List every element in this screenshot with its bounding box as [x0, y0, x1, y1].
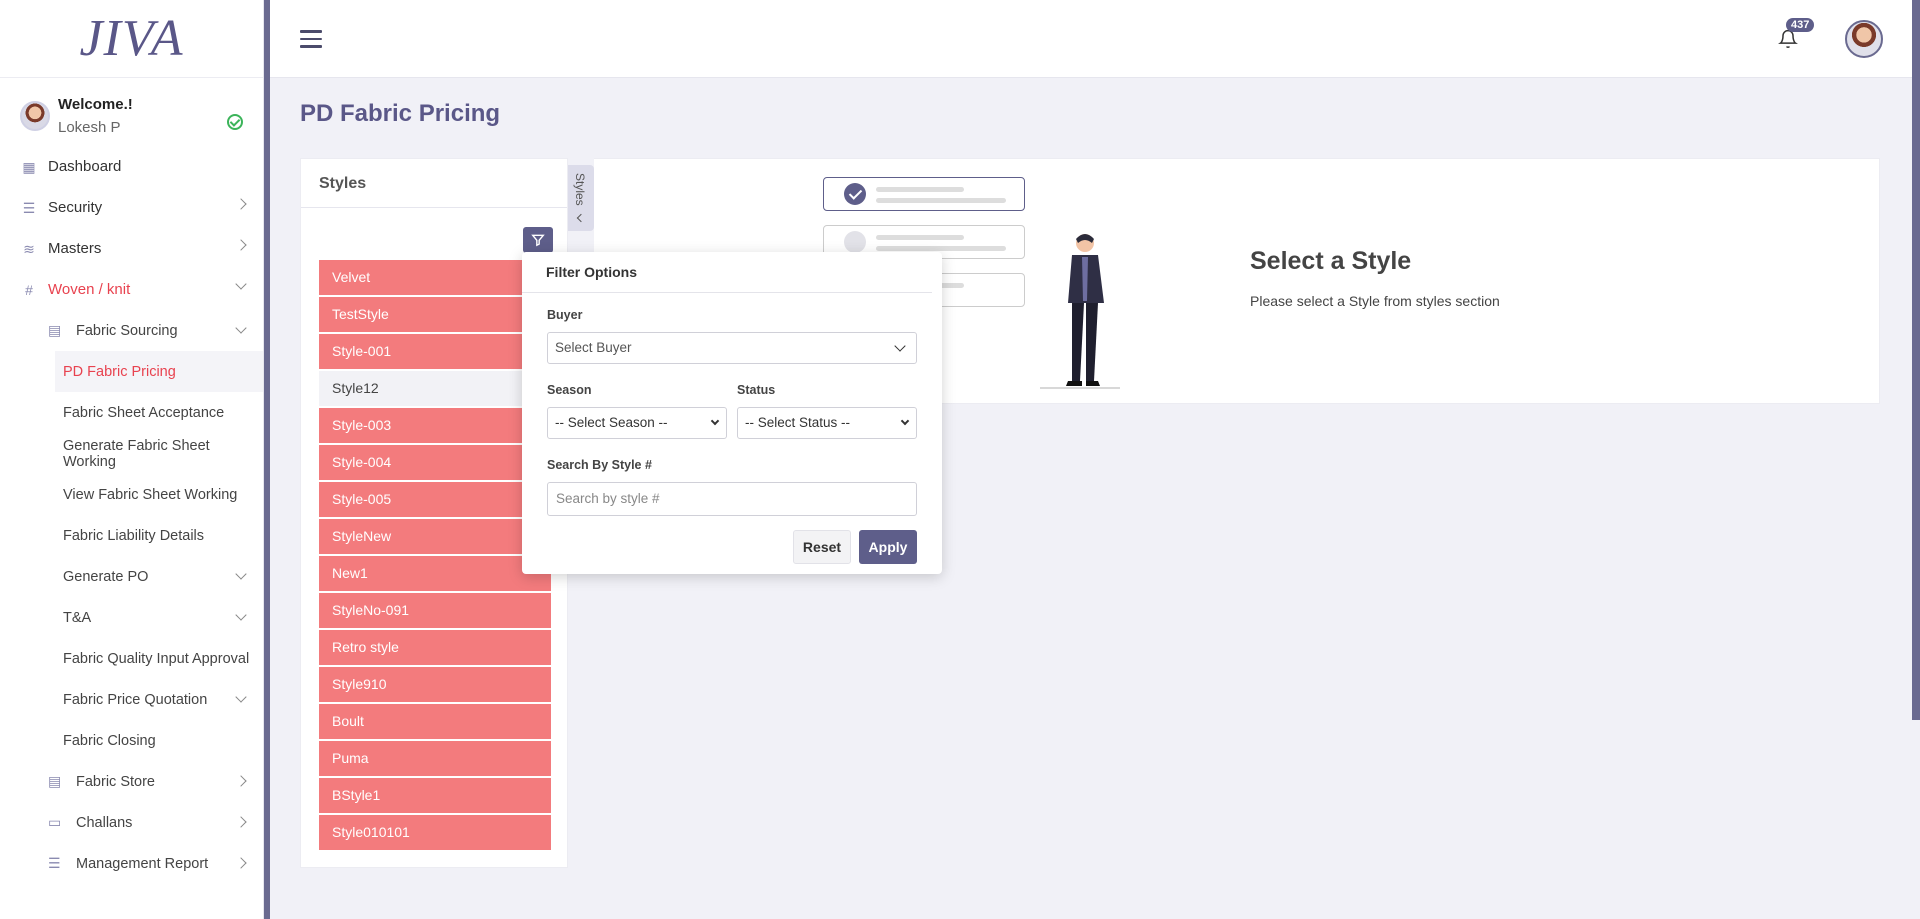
style-list-item[interactable]: BStyle1 — [319, 778, 551, 813]
chevron-down-icon — [235, 609, 247, 621]
sliders-icon: ☰ — [22, 199, 36, 216]
sidebar-scrollbar[interactable] — [264, 0, 270, 919]
header-avatar[interactable] — [1845, 20, 1883, 58]
style-list-item[interactable]: StyleNew — [319, 519, 551, 554]
online-check-icon — [227, 114, 243, 130]
styles-collapse-tab[interactable]: Styles — [568, 165, 594, 231]
chevron-down-icon — [235, 322, 247, 334]
sliders-icon: ☰ — [48, 855, 61, 871]
filter-title: Filter Options — [522, 252, 932, 293]
user-profile: Welcome.! Lokesh P — [0, 78, 263, 146]
chevron-right-icon — [235, 239, 247, 251]
sidebar-item-dashboard[interactable]: ▦ Dashboard — [0, 146, 263, 187]
app-logo[interactable]: JIVA — [0, 0, 263, 78]
chevron-left-icon — [576, 213, 586, 223]
sidebar-item-fabric-sourcing[interactable]: ▤ Fabric Sourcing — [0, 310, 263, 351]
style-list-item[interactable]: Style12 — [319, 371, 551, 406]
sidebar-item-fabric-store[interactable]: ▤ Fabric Store — [0, 761, 263, 802]
style-list-item[interactable]: Style-004 — [319, 445, 551, 480]
sidebar-item-t-and-a[interactable]: T&A — [0, 597, 263, 638]
season-label: Season — [547, 383, 592, 397]
style-list-item[interactable]: Style-003 — [319, 408, 551, 443]
sidebar-item-fabric-closing[interactable]: Fabric Closing — [0, 720, 263, 761]
sidebar-item-masters[interactable]: ≋ Masters — [0, 228, 263, 269]
style-list-item[interactable]: New1 — [319, 556, 551, 591]
sidebar-item-view-fabric-sheet-working[interactable]: View Fabric Sheet Working — [0, 474, 263, 515]
top-header: 437 — [270, 0, 1920, 78]
style-list-item[interactable]: Style910 — [319, 667, 551, 702]
chevron-right-icon — [235, 775, 247, 787]
buyer-select[interactable]: Select Buyer — [547, 332, 917, 364]
season-select[interactable]: -- Select Season -- — [547, 407, 727, 439]
search-style-label: Search By Style # — [547, 458, 652, 472]
chevron-down-icon — [235, 568, 247, 580]
style-list-item[interactable]: Style-001 — [319, 334, 551, 369]
style-list: Velvet TestStyle Style-001 Style12 Style-003… — [319, 260, 551, 852]
username: Lokesh P — [58, 119, 121, 136]
search-style-input[interactable]: Search by style # — [547, 482, 917, 516]
style-list-item[interactable]: Boult — [319, 704, 551, 739]
style-list-item[interactable]: Retro style — [319, 630, 551, 665]
empty-state-description: Please select a Style from styles sectio… — [1250, 293, 1500, 309]
style-list-item[interactable]: Style-005 — [319, 482, 551, 517]
sidebar-item-generate-fabric-sheet-working[interactable]: Generate Fabric Sheet Working — [0, 433, 263, 474]
style-list-item[interactable]: Puma — [319, 741, 551, 776]
avatar — [20, 101, 50, 131]
sidebar-item-fabric-sheet-acceptance[interactable]: Fabric Sheet Acceptance — [0, 392, 263, 433]
style-list-item[interactable]: TestStyle — [319, 297, 551, 332]
sidebar-item-fabric-liability-details[interactable]: Fabric Liability Details — [0, 515, 263, 556]
chevron-down-icon — [900, 416, 910, 426]
sidebar-item-pd-fabric-pricing[interactable]: PD Fabric Pricing — [55, 351, 263, 392]
chevron-right-icon — [235, 857, 247, 869]
masters-icon: ≋ — [23, 240, 35, 257]
reset-button[interactable]: Reset — [793, 530, 851, 564]
chevron-right-icon — [235, 816, 247, 828]
menu-toggle-icon[interactable] — [300, 30, 322, 48]
style-list-item[interactable]: Style010101 — [319, 815, 551, 850]
filter-options-popup: Filter Options Buyer Select Buyer Season… — [522, 252, 942, 574]
filter-button[interactable] — [523, 227, 553, 253]
sidebar-item-fabric-quality-input-approval[interactable]: Fabric Quality Input Approval — [0, 638, 263, 679]
apply-button[interactable]: Apply — [859, 530, 917, 564]
chevron-down-icon — [710, 416, 720, 426]
sidebar-item-security[interactable]: ☰ Security — [0, 187, 263, 228]
style-list-item[interactable]: StyleNo-091 — [319, 593, 551, 628]
empty-state-title: Select a Style — [1250, 247, 1412, 275]
hash-icon: # — [25, 281, 33, 298]
notification-badge: 437 — [1786, 18, 1815, 32]
card-icon: ▭ — [48, 814, 62, 830]
chevron-down-icon — [235, 691, 247, 703]
filter-icon — [531, 234, 545, 247]
chevron-right-icon — [235, 198, 247, 210]
sidebar: JIVA Welcome.! Lokesh P ▦ Dashboard ☰ Secu… — [0, 0, 264, 919]
illustration — [823, 177, 1025, 211]
document-icon: ▤ — [48, 773, 62, 789]
person-illustration — [1040, 234, 1120, 389]
sidebar-item-generate-po[interactable]: Generate PO — [0, 556, 263, 597]
sidebar-item-woven-knit[interactable]: # Woven / knit — [0, 269, 263, 310]
sidebar-item-challans[interactable]: ▭ Challans — [0, 802, 263, 843]
page-scrollbar[interactable] — [1912, 0, 1920, 720]
sidebar-item-management-report[interactable]: ☰ Management Report — [0, 843, 263, 884]
buyer-label: Buyer — [547, 308, 583, 322]
status-select[interactable]: -- Select Status -- — [737, 407, 917, 439]
status-label: Status — [737, 383, 776, 397]
chevron-down-icon — [235, 278, 247, 290]
chevron-down-icon — [894, 340, 906, 352]
page-title: PD Fabric Pricing — [300, 100, 501, 127]
grid-icon: ▦ — [22, 158, 36, 175]
styles-heading: Styles — [301, 159, 567, 208]
welcome-text: Welcome.! — [58, 96, 133, 113]
sidebar-item-fabric-price-quotation[interactable]: Fabric Price Quotation — [0, 679, 263, 720]
style-list-item[interactable]: Velvet — [319, 260, 551, 295]
document-icon: ▤ — [48, 322, 62, 338]
